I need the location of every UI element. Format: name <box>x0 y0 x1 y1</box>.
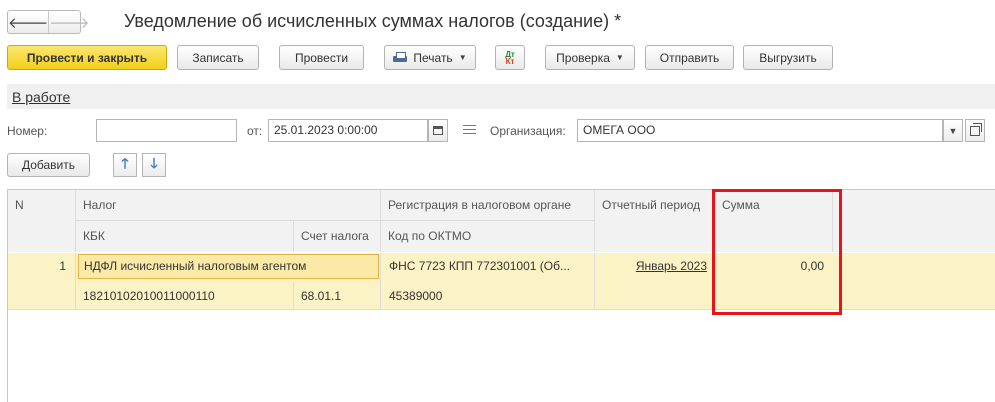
open-icon <box>970 122 982 136</box>
column-header-empty <box>833 190 995 252</box>
send-label: Отправить <box>659 50 720 65</box>
status-bar <box>7 84 995 109</box>
comment-icon[interactable] <box>463 125 476 136</box>
back-arrow-icon[interactable]: 🡐 <box>8 11 48 33</box>
organization-field[interactable]: ОМЕГА ООО <box>577 119 943 142</box>
grid-line <box>75 190 76 252</box>
grid-line <box>380 190 381 252</box>
grid-line <box>380 253 381 309</box>
column-header-period[interactable]: Отчетный период <box>595 190 714 252</box>
column-header-tax[interactable]: Налог <box>76 190 380 220</box>
post-label: Провести <box>294 50 349 65</box>
post-and-close-button[interactable]: Провести и закрыть <box>7 45 167 70</box>
calendar-button[interactable] <box>428 119 448 142</box>
organization-open-button[interactable] <box>965 119 985 142</box>
number-label: Номер: <box>7 124 48 138</box>
grid-line <box>8 309 995 310</box>
dt-kt-button[interactable]: Дт Кт <box>495 45 525 70</box>
grid-line <box>594 190 595 252</box>
post-button[interactable]: Провести <box>279 45 364 70</box>
print-label: Печать <box>413 50 453 65</box>
period-cell[interactable]: Январь 2023 <box>600 259 707 273</box>
post-and-close-label: Провести и закрыть <box>26 50 148 65</box>
status-link[interactable]: В работе <box>12 89 70 105</box>
column-header-n[interactable]: N <box>8 190 75 252</box>
move-down-button[interactable]: 🡓 <box>142 153 166 177</box>
save-button[interactable]: Записать <box>177 45 259 70</box>
row-number: 1 <box>59 259 66 273</box>
move-up-button[interactable]: 🡑 <box>113 153 137 177</box>
dropdown-caret-icon: ▼ <box>458 53 467 62</box>
registration-cell[interactable]: ФНС 7723 КПП 772301001 (Об... <box>389 259 589 273</box>
window-title: Уведомление об исчисленных суммах налого… <box>124 11 622 31</box>
number-field[interactable] <box>96 119 237 142</box>
column-header-kbk[interactable]: КБК <box>76 221 293 252</box>
arrow-down-icon: 🡓 <box>150 155 158 171</box>
print-button[interactable]: Печать ▼ <box>384 45 476 70</box>
account-cell[interactable]: 68.01.1 <box>301 289 376 303</box>
printer-icon <box>393 51 408 64</box>
history-navigation: 🡐 🡒 <box>7 10 89 34</box>
grid-line <box>594 253 595 309</box>
oktmo-cell[interactable]: 45389000 <box>389 289 589 303</box>
amount-highlight-frame <box>712 189 842 315</box>
check-label: Проверка <box>556 50 610 65</box>
grid-line <box>75 253 76 309</box>
add-label: Добавить <box>21 158 76 172</box>
arrow-up-icon: 🡑 <box>121 155 129 171</box>
column-header-registration[interactable]: Регистрация в налоговом органе <box>381 190 594 220</box>
export-button[interactable]: Выгрузить <box>743 45 833 70</box>
dt-kt-icon: Дт Кт <box>505 50 515 66</box>
dropdown-caret-icon: ▼ <box>615 53 624 62</box>
date-field[interactable]: 25.01.2023 0:00:00 <box>268 119 428 142</box>
kbk-cell[interactable]: 18210102010011000110 <box>83 289 288 303</box>
save-label: Записать <box>192 50 244 65</box>
organization-select-button[interactable]: ▼ <box>943 119 963 142</box>
chevron-down-icon: ▼ <box>948 125 958 136</box>
check-button[interactable]: Проверка ▼ <box>545 45 635 70</box>
tax-cell[interactable]: НДФЛ исчисленный налоговым агентом <box>78 254 379 279</box>
add-button[interactable]: Добавить <box>7 153 90 177</box>
grid-line <box>76 220 594 221</box>
send-button[interactable]: Отправить <box>645 45 734 70</box>
export-label: Выгрузить <box>759 50 817 65</box>
column-header-account[interactable]: Счет налога <box>294 221 380 252</box>
grid-line <box>293 283 294 309</box>
grid-line <box>293 220 294 252</box>
kt-text: Кт <box>505 56 515 66</box>
forward-arrow-icon[interactable]: 🡒 <box>48 11 89 33</box>
column-header-oktmo[interactable]: Код по ОКТМО <box>381 221 594 252</box>
organization-label: Организация: <box>490 124 566 138</box>
date-label: от: <box>247 124 263 138</box>
calendar-icon <box>433 126 443 135</box>
